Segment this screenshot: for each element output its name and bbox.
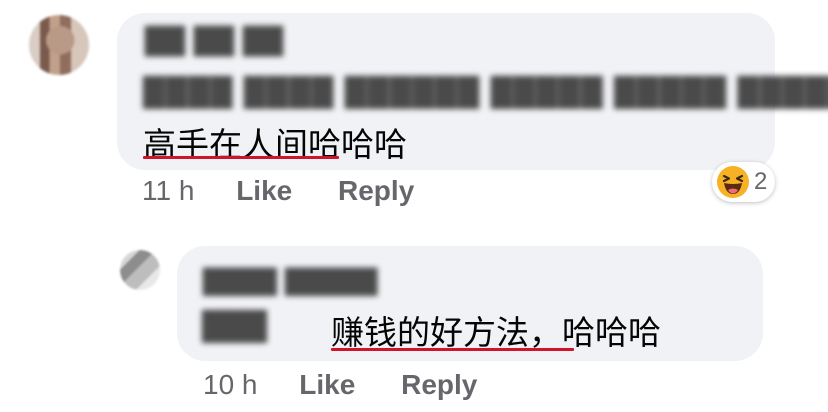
reply-mentioned-name[interactable]: ███ (202, 310, 267, 343)
reply-author-name[interactable]: ████ █████ (203, 268, 377, 296)
reply-actions: 10 h Like Reply (203, 369, 515, 401)
comment-author-name[interactable]: ██ ██ ██ (145, 27, 283, 57)
reply-annotation-underline (331, 348, 574, 351)
reaction-count: 2 (754, 168, 768, 195)
comment-reply-button[interactable]: Reply (338, 175, 414, 206)
reply-reply-button[interactable]: Reply (401, 369, 477, 400)
replier-avatar[interactable] (120, 250, 160, 290)
reply-timestamp[interactable]: 10 h (203, 369, 258, 400)
reaction-summary[interactable]: 2 (712, 162, 776, 202)
reply-like-button[interactable]: Like (299, 369, 355, 400)
commenter-avatar[interactable] (29, 15, 89, 75)
haha-emoji-icon (716, 165, 750, 199)
comment-annotation-underline (143, 156, 339, 159)
comment-timestamp[interactable]: 11 h (142, 175, 194, 206)
comment-like-button[interactable]: Like (236, 175, 292, 206)
comment-actions: 11 h Like Reply (142, 175, 452, 207)
reply-text: 赚钱的好方法，哈哈哈 (331, 313, 661, 352)
comment-tagged-names[interactable]: ████ ████ ██████ █████ █████ █████ (143, 76, 828, 109)
